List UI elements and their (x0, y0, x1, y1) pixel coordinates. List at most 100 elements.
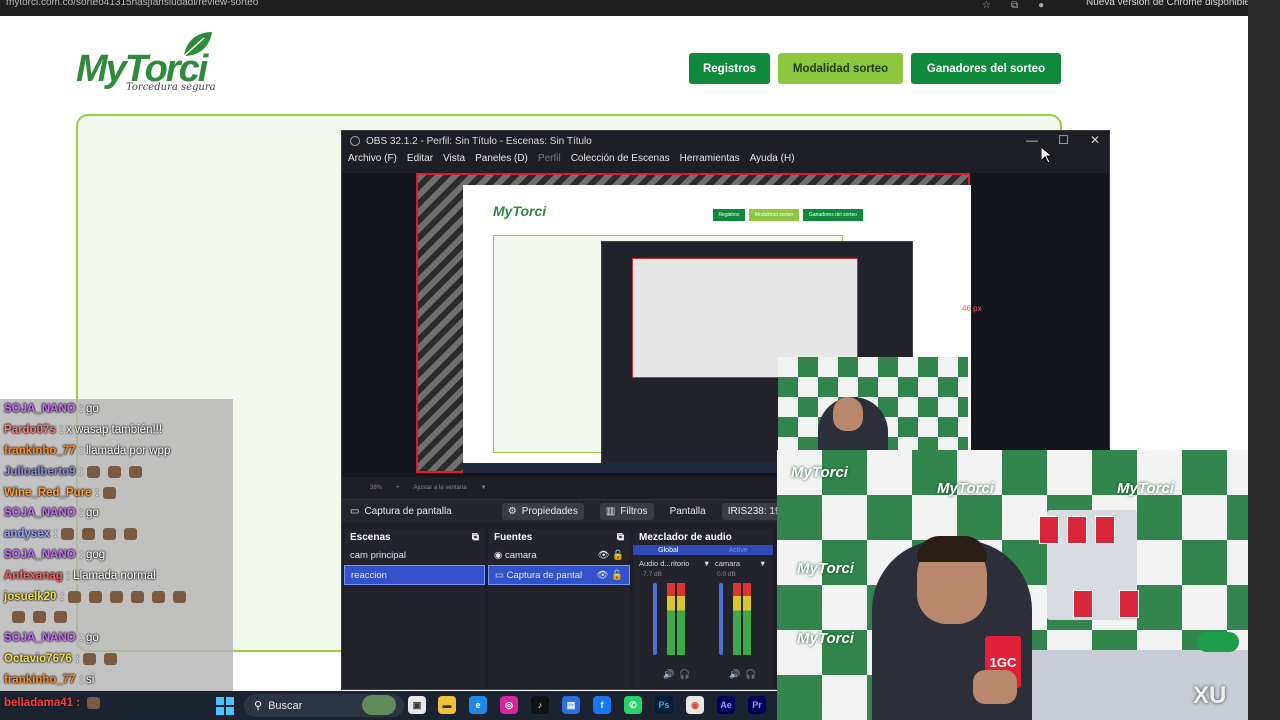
dock-undock-icon[interactable]: ⧉ (617, 532, 624, 543)
fit-window-button[interactable]: Ajustar a la ventana (414, 485, 467, 491)
store-icon[interactable]: ▤ (562, 696, 580, 714)
chat-username[interactable]: Octavio7676 (4, 653, 72, 665)
monitor-icon: ▭ (350, 506, 360, 517)
source-item-captura[interactable]: ▭ Captura de pantal 👁 🔓 (488, 565, 630, 585)
file-explorer-icon[interactable]: ▬ (438, 696, 456, 714)
chat-username[interactable]: Anfexanag (4, 570, 63, 582)
ganadores-sorteo-button[interactable]: Ganadores del sorteo (911, 53, 1061, 84)
chat-text: : go (79, 507, 99, 520)
menu-vista[interactable]: Vista (443, 153, 465, 164)
source-name: camara (504, 549, 537, 561)
photoshop-icon[interactable]: Ps (655, 696, 673, 714)
chat-username[interactable]: SOJA_NANO (4, 632, 76, 644)
registros-button[interactable]: Registros (689, 53, 770, 84)
menu-archivo[interactable]: Archivo (F) (348, 153, 397, 164)
product-box (1073, 590, 1093, 618)
bookmark-star-icon[interactable]: ☆ (982, 0, 991, 11)
premiere-icon[interactable]: Pr (748, 696, 766, 714)
chat-text: : llamada por wpp (79, 444, 171, 457)
audio-mixer-dock: Mezclador de audio Global Active Audio d… (633, 529, 773, 689)
menu-herramientas[interactable]: Herramientas (680, 153, 740, 164)
chevron-down-icon[interactable]: ▼ (481, 485, 487, 491)
headphones-icon[interactable]: 🎧 (679, 669, 690, 680)
chat-message (0, 607, 233, 628)
obs-preview[interactable]: MyTorci Registros Modalidad sorteo Ganad… (342, 173, 1109, 477)
chat-username[interactable]: SOJA_NANO (4, 507, 76, 519)
chat-text: : go (79, 632, 99, 645)
windows-start-icon[interactable] (216, 697, 234, 715)
speaker-icon[interactable]: 🔊 (729, 669, 740, 680)
lock-icon[interactable]: 🔓 (611, 570, 623, 581)
current-source-name: Captura de pantalla (364, 506, 452, 517)
speaker-icon[interactable]: 🔊 (663, 669, 674, 680)
lock-icon[interactable]: 🔓 (612, 550, 624, 561)
obs-titlebar[interactable]: OBS 32.1.2 - Perfil: Sin Título - Escena… (342, 131, 1109, 151)
maximize-icon[interactable]: ☐ (1058, 133, 1069, 147)
chrome-icon[interactable]: ◉ (686, 696, 704, 714)
chat-username[interactable]: SOJA_NANO (4, 403, 76, 415)
chat-text: : (79, 465, 83, 478)
properties-label: Propiedades (521, 506, 578, 517)
emote-icon (103, 652, 117, 665)
preview-nav-2: Modalidad sorteo (749, 209, 799, 221)
after-effects-icon[interactable]: Ae (717, 696, 735, 714)
minimize-icon[interactable]: — (1026, 133, 1038, 147)
screen: { "browser": { "url": "mytorci.com.co/so… (0, 0, 1280, 720)
menu-editar[interactable]: Editar (407, 153, 433, 164)
emote-icon (172, 590, 186, 603)
zoom-in-icon[interactable]: + (396, 485, 400, 491)
search-highlight-badge[interactable] (362, 695, 396, 715)
chat-username: belladama41 (4, 697, 74, 710)
scene-item-cam-principal[interactable]: cam principal (344, 545, 485, 565)
chevron-down-icon[interactable]: ▼ (703, 559, 710, 568)
volume-fader-camara[interactable] (719, 583, 723, 655)
chat-text: : si (79, 673, 95, 686)
extensions-icon[interactable]: ⧉ (1011, 0, 1018, 11)
chat-username[interactable]: frankinho_77 (4, 674, 76, 686)
obs-menubar: Archivo (F) Editar Vista Paneles (D) Per… (348, 153, 795, 164)
menu-paneles[interactable]: Paneles (D) (475, 153, 528, 164)
address-bar[interactable]: mytorci.com.co/sorteo41315hasjfahsiudadi… (6, 0, 258, 8)
eye-icon[interactable]: 👁 (596, 570, 608, 581)
chat-username[interactable]: andysex (4, 528, 50, 540)
task-view-icon[interactable]: ▣ (408, 696, 426, 714)
chat-username[interactable]: Wine_Red_Pure (4, 487, 91, 499)
zoom-level[interactable]: 38% (370, 485, 382, 491)
chat-username[interactable]: Pardo07s (4, 424, 56, 436)
volume-meter-desktop (667, 583, 675, 655)
chat-message: frankinho_77: llamada por wpp (0, 441, 233, 462)
channel-desktop-db: -7.7 dB (641, 571, 662, 578)
green-toy (1197, 632, 1239, 652)
modalidad-sorteo-button[interactable]: Modalidad sorteo (778, 53, 903, 84)
chat-message: Pardo07s: x wasap también!!! (0, 420, 233, 441)
dock-undock-icon[interactable]: ⧉ (472, 532, 479, 543)
source-item-camara[interactable]: ◉ camara 👁 🔓 (488, 545, 630, 565)
chat-username[interactable]: Julioalberto9 (4, 466, 76, 478)
whatsapp-icon[interactable]: ✆ (624, 696, 642, 714)
chat-username[interactable]: SOJA_NANO (4, 549, 76, 561)
mixer-tab-active[interactable]: Active (729, 547, 748, 554)
close-icon[interactable]: ✕ (1090, 133, 1100, 147)
volume-fader-desktop[interactable] (653, 583, 657, 655)
profile-icon[interactable]: ● (1038, 0, 1044, 11)
chevron-down-icon[interactable]: ▼ (759, 559, 766, 568)
chat-username[interactable]: josuelk20 (4, 591, 56, 603)
facebook-icon[interactable]: f (593, 696, 611, 714)
scene-item-reaccion[interactable]: reaccion (344, 565, 485, 585)
instagram-icon[interactable]: ◎ (500, 696, 518, 714)
headphones-icon[interactable]: 🎧 (745, 669, 756, 680)
mixer-tab-global[interactable]: Global (658, 547, 678, 554)
filters-button[interactable]: ▥ Filtros (599, 503, 654, 520)
mytorci-logo[interactable]: MyTorci Torcedura segura (76, 28, 216, 106)
menu-perfil[interactable]: Perfil (538, 153, 561, 164)
gear-icon: ⚙ (507, 506, 517, 517)
menu-ayuda[interactable]: Ayuda (H) (750, 153, 795, 164)
chat-message: frankinho_77: si (0, 669, 233, 690)
edge-icon[interactable]: e (469, 696, 487, 714)
tiktok-icon[interactable]: ♪ (531, 696, 549, 714)
chat-username[interactable]: frankinho_77 (4, 445, 76, 457)
menu-coleccion-escenas[interactable]: Colección de Escenas (571, 153, 670, 164)
eye-icon[interactable]: 👁 (597, 550, 609, 561)
properties-button[interactable]: ⚙ Propiedades (501, 503, 584, 520)
chrome-update-notice[interactable]: Nueva versión de Chrome disponible (1086, 0, 1250, 8)
